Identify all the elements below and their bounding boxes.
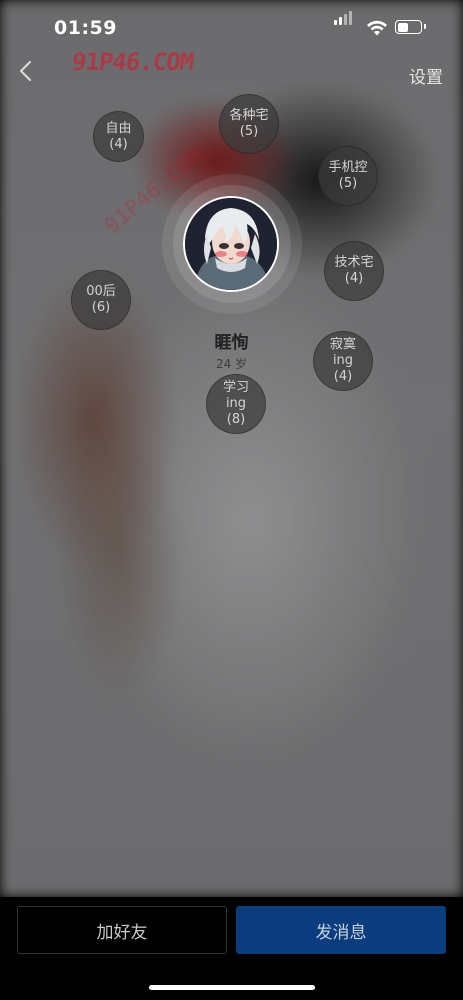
site-watermark: 91P46.COM: [70, 48, 195, 76]
tag-label-suffix: ing: [225, 396, 247, 411]
tag-label: 寂寞: [329, 337, 356, 352]
tag-label: 自由: [105, 120, 132, 136]
tag-label: 手机控: [328, 160, 368, 175]
add-friend-button[interactable]: 加好友: [17, 906, 227, 954]
tag-bubble-shoujikong[interactable]: 手机控 (5): [318, 146, 378, 206]
tag-bubble-gezhongzhai[interactable]: 各种宅 (5): [219, 94, 279, 154]
settings-button[interactable]: 设置: [409, 63, 443, 88]
tag-bubble-xuexiing[interactable]: 学习 ing (8): [206, 374, 266, 434]
battery-tip-icon: [424, 24, 426, 29]
tag-label: 各种宅: [229, 108, 269, 123]
tag-label: 00后: [86, 284, 116, 299]
profile-age: 24 岁: [215, 357, 248, 371]
tag-count: (6): [91, 300, 111, 315]
tag-count: (4): [109, 136, 128, 152]
tag-label-suffix: ing: [332, 353, 354, 368]
tag-bubble-ziyou[interactable]: 自由 (4): [93, 111, 144, 162]
send-message-button[interactable]: 发消息: [236, 906, 446, 954]
home-indicator: [149, 985, 315, 990]
avatar[interactable]: [183, 196, 279, 292]
status-time: 01:59: [54, 17, 117, 39]
tag-label: 技术宅: [334, 255, 374, 270]
status-bar: 01:59: [0, 10, 463, 44]
anime-avatar-image: [185, 198, 277, 290]
tag-bubble-00hou[interactable]: 00后 (6): [71, 270, 131, 330]
tag-count: (4): [333, 369, 353, 384]
tag-count: (8): [226, 412, 246, 427]
tag-count: (5): [338, 176, 358, 191]
tag-bubble-jimoing[interactable]: 寂寞 ing (4): [313, 331, 373, 391]
profile-name: 睚恂: [214, 333, 249, 353]
tag-count: (4): [344, 271, 364, 286]
wifi-icon: [367, 20, 387, 36]
battery-level-fill: [397, 22, 408, 32]
tag-bubble-jishuzhai[interactable]: 技术宅 (4): [324, 241, 384, 301]
battery-icon: [395, 20, 422, 34]
tag-label: 学习: [222, 380, 249, 395]
tag-count: (5): [239, 124, 259, 139]
back-chevron-icon[interactable]: [14, 58, 38, 84]
